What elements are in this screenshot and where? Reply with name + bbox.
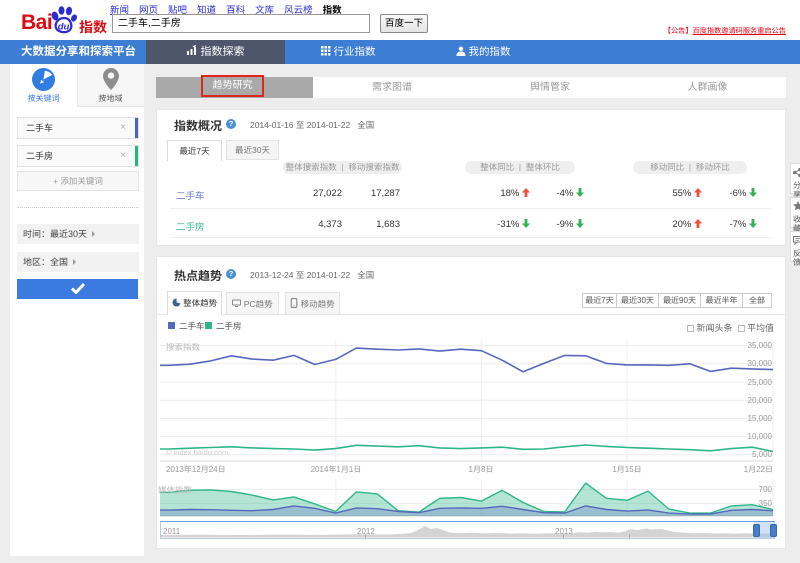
svg-text:du: du	[58, 22, 70, 33]
